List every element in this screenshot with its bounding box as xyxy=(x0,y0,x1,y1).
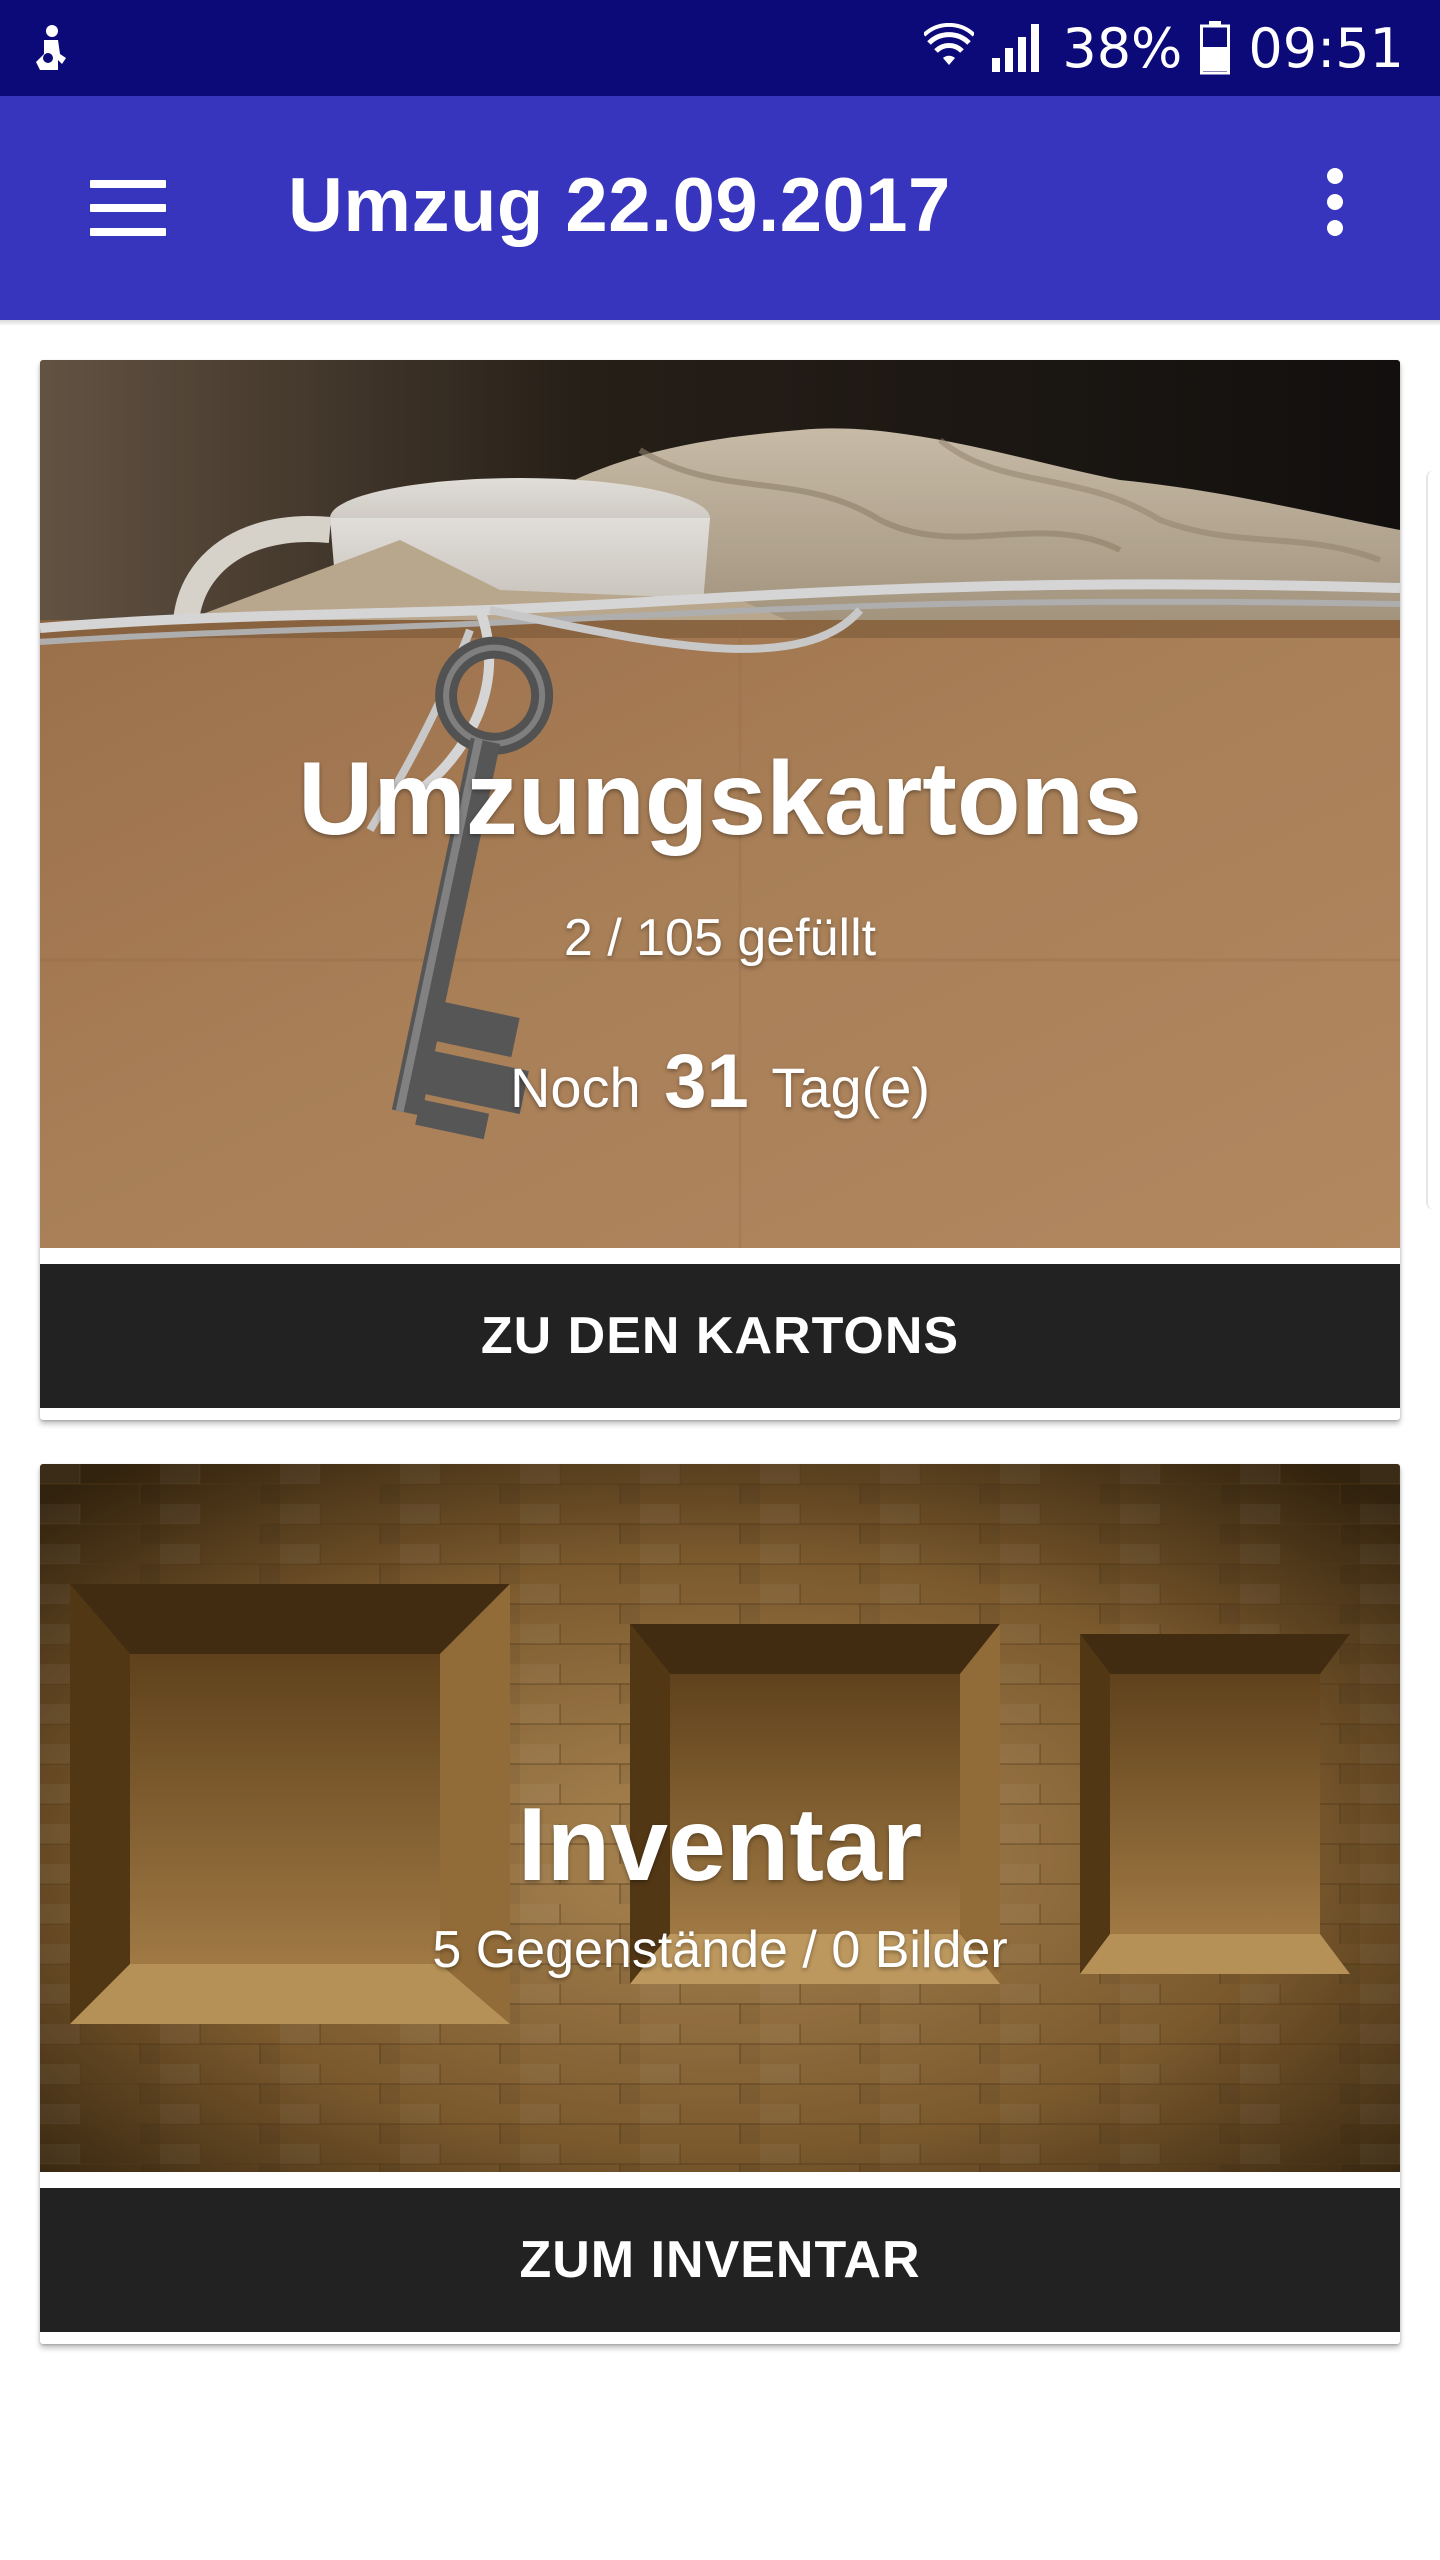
status-bar: 38% 09:51 xyxy=(0,0,1440,96)
status-right: 38% 09:51 xyxy=(924,0,1404,96)
boxes-title: Umzungskartons xyxy=(298,741,1142,857)
more-vert-icon[interactable] xyxy=(1320,168,1350,240)
menu-icon[interactable] xyxy=(90,180,166,236)
days-number: 31 xyxy=(664,1039,749,1124)
battery-percent: 38% xyxy=(1062,16,1183,80)
boxes-card-image: Umzungskartons 2 / 105 gefüllt Noch 31 T… xyxy=(40,360,1400,1248)
signal-icon xyxy=(992,24,1044,72)
page-title: Umzug 22.09.2017 xyxy=(288,163,951,248)
inventory-card: Inventar 5 Gegenstände / 0 Bilder ZUM IN… xyxy=(40,1464,1400,2344)
days-remaining: Noch 31 Tag(e) xyxy=(40,1038,1400,1125)
to-inventory-button[interactable]: ZUM INVENTAR xyxy=(40,2188,1400,2332)
boxes-card-overlay: Umzungskartons 2 / 105 gefüllt Noch 31 T… xyxy=(40,360,1400,1248)
boxes-card: Umzungskartons 2 / 105 gefüllt Noch 31 T… xyxy=(40,360,1400,1420)
inventory-title: Inventar xyxy=(517,1787,923,1903)
inventory-card-image: Inventar 5 Gegenstände / 0 Bilder xyxy=(40,1464,1400,2172)
battery-icon xyxy=(1200,21,1231,75)
clock: 09:51 xyxy=(1248,16,1404,80)
boxes-filled-count: 2 / 105 gefüllt xyxy=(563,909,877,967)
days-prefix: Noch xyxy=(509,1056,641,1119)
notification-icon xyxy=(30,24,70,74)
edge-panel-handle[interactable] xyxy=(1426,470,1440,1210)
app-bar-shadow xyxy=(0,320,1440,326)
inventory-card-overlay: Inventar 5 Gegenstände / 0 Bilder xyxy=(40,1464,1400,2172)
app-bar: Umzug 22.09.2017 xyxy=(0,96,1440,320)
inventory-subtitle: 5 Gegenstände / 0 Bilder xyxy=(432,1921,1008,1979)
to-boxes-button[interactable]: ZU DEN KARTONS xyxy=(40,1264,1400,1408)
wifi-icon xyxy=(924,23,975,73)
days-suffix: Tag(e) xyxy=(771,1056,931,1119)
